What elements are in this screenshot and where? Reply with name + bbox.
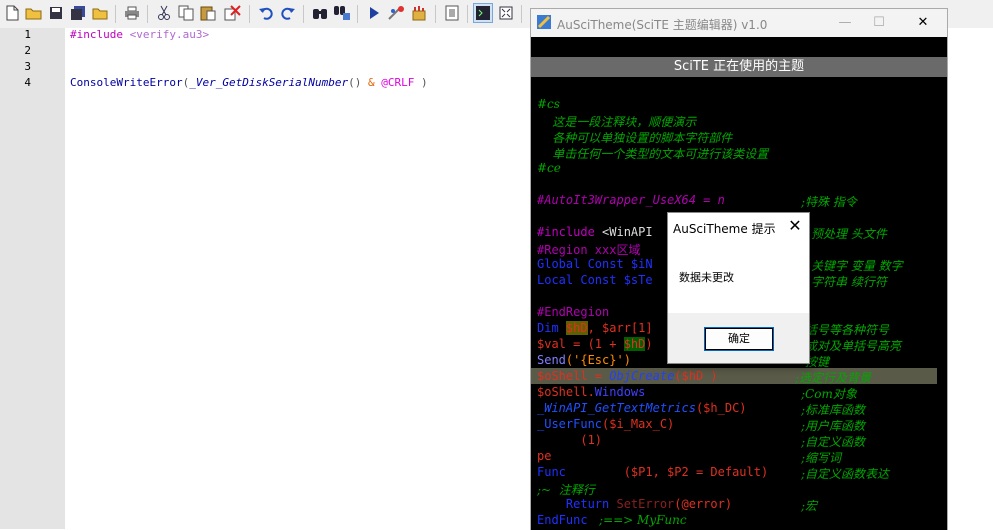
include-directive: #include (70, 28, 123, 41)
com-object-line[interactable]: $oShell.Windows (537, 385, 645, 399)
save-icon[interactable] (46, 3, 66, 23)
dialog-titlebar[interactable]: AuSciTheme 提示 ✕ (668, 213, 809, 241)
replace-icon[interactable] (332, 3, 352, 23)
endfunc-line[interactable]: EndFunc ;==> MyFunc (537, 513, 687, 527)
code-line-4: ConsoleWriteError(_Ver_GetDiskSerialNumb… (70, 76, 428, 89)
func-line[interactable]: Func ($P1, $P2 = Default) (537, 465, 768, 479)
local-line[interactable]: Local Const $sTe (537, 273, 653, 287)
close-icon[interactable] (90, 3, 110, 23)
delete-icon[interactable] (222, 3, 242, 23)
paste-icon[interactable] (198, 3, 218, 23)
line-number: 1 (24, 28, 31, 41)
send-line[interactable]: Send('{Esc}') (537, 353, 631, 367)
minimize-button[interactable]: — (831, 13, 859, 33)
dialog-message: 数据未更改 (679, 271, 734, 284)
output-icon[interactable] (473, 3, 493, 23)
compile-icon[interactable] (386, 3, 406, 23)
userfunc-line[interactable]: _UserFunc($i_Max_C) (537, 417, 674, 431)
line-number-gutter: 1 2 3 4 (0, 28, 65, 529)
endregion-line[interactable]: #EndRegion (537, 305, 609, 319)
dialog-title: AuSciTheme 提示 (673, 222, 776, 236)
theme-header: SciTE 正在使用的主题 (531, 57, 947, 77)
return-line[interactable]: Return SetError(@error) (537, 497, 732, 511)
save-all-icon[interactable] (68, 3, 88, 23)
val-line[interactable]: $val = (1 + $hD) (537, 337, 653, 351)
app-icon (537, 15, 551, 29)
new-file-icon[interactable] (2, 3, 22, 23)
cut-icon[interactable] (154, 3, 174, 23)
open-folder-icon[interactable] (24, 3, 44, 23)
maximize-button[interactable]: ☐ (865, 13, 893, 33)
print-icon[interactable] (122, 3, 142, 23)
undo-icon[interactable] (256, 3, 276, 23)
run-icon[interactable] (364, 3, 384, 23)
ok-button[interactable]: 确定 (704, 327, 774, 351)
abbreviation-icon[interactable] (442, 3, 462, 23)
udf-name: _Ver_GetDiskSerialNumber (189, 76, 349, 89)
dialog-close-button[interactable]: ✕ (785, 216, 805, 236)
window-titlebar[interactable]: AuSciTheme(SciTE 主题编辑器) v1.0 — ☐ ✕ (531, 9, 947, 37)
comment-block-line[interactable]: 这是一段注释块，顺便演示 (537, 113, 696, 130)
line-number: 4 (24, 76, 31, 89)
macro: @CRLF (381, 76, 415, 89)
comment-block-end[interactable]: #ce (537, 161, 561, 175)
comment-block-line[interactable]: 单击任何一个类型的文本可进行该类设置 (537, 145, 768, 162)
function-name: ConsoleWriteError (70, 76, 183, 89)
special-directive-line[interactable]: #AutoIt3Wrapper_UseX64 = n (537, 193, 725, 207)
redo-icon[interactable] (278, 3, 298, 23)
selected-line[interactable]: $oShell = ObjCreate($hD ) (537, 369, 718, 383)
fullscreen-icon[interactable] (496, 3, 516, 23)
code-editor[interactable]: #include <verify.au3> ConsoleWriteError(… (65, 28, 531, 529)
include-line[interactable]: #include <WinAPI (537, 225, 653, 239)
copy-icon[interactable] (176, 3, 196, 23)
comment-line[interactable]: ;~ 注释行 (537, 481, 595, 498)
comment-block-line[interactable]: 各种可以单独设置的脚本字符部件 (537, 129, 732, 146)
line-number: 2 (24, 44, 31, 57)
window-title: AuSciTheme(SciTE 主题编辑器) v1.0 (557, 18, 768, 32)
window-close-button[interactable]: ✕ (909, 13, 937, 33)
include-path: <verify.au3> (129, 28, 210, 41)
tools-icon[interactable] (410, 3, 430, 23)
region-line[interactable]: #Region xxx区域 (537, 241, 640, 258)
global-line[interactable]: Global Const $iN (537, 257, 653, 271)
find-icon[interactable] (310, 3, 330, 23)
dim-line[interactable]: Dim $hD, $arr[1] (537, 321, 653, 335)
line-number: 3 (24, 60, 31, 73)
custom-func-line[interactable]: (1) (537, 433, 602, 447)
stdlib-line[interactable]: _WinAPI_GetTextMetrics($h_DC) (537, 401, 747, 415)
code-line-1: #include <verify.au3> (70, 28, 209, 41)
background-area (946, 28, 993, 529)
abbrev-line[interactable]: pe (537, 449, 551, 463)
dialog-body: 数据未更改 (668, 241, 809, 313)
comment-block-start[interactable]: #cs (537, 97, 560, 111)
info-dialog: AuSciTheme 提示 ✕ 数据未更改 确定 (667, 212, 810, 364)
